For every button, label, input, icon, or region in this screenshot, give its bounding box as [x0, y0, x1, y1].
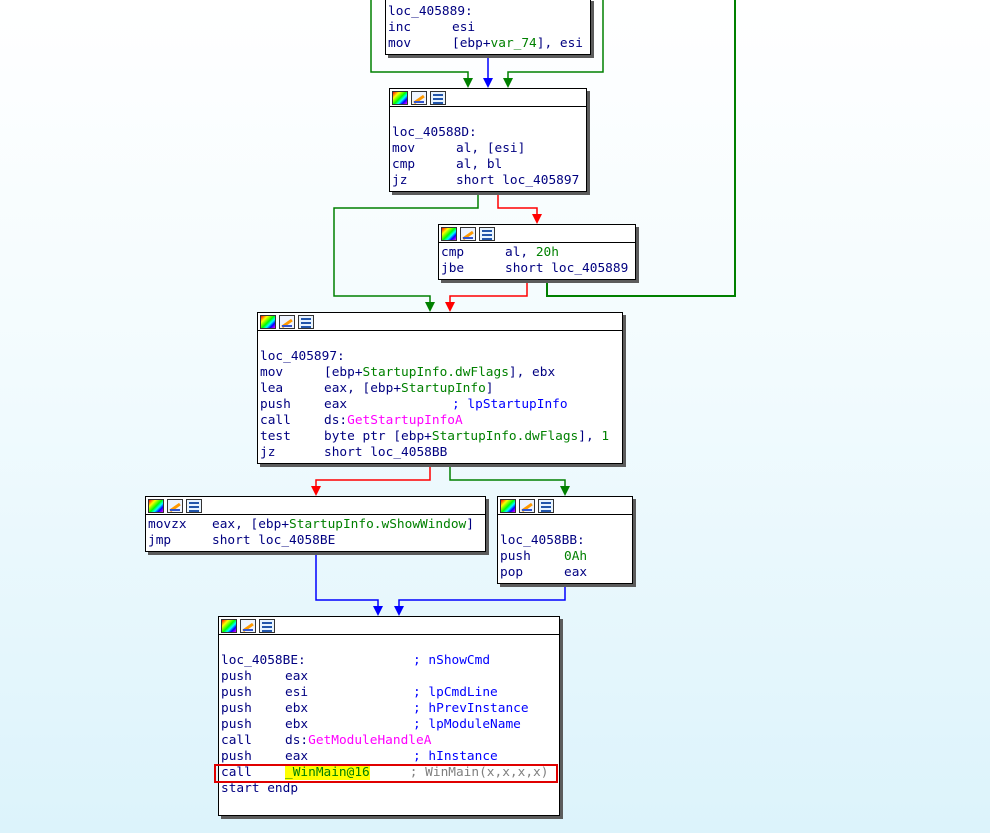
graph-node-loc-405889[interactable]: loc_405889: inc esi mov [ebp+var_74], esi	[385, 0, 591, 55]
code-line[interactable]: cmp al, bl	[392, 157, 584, 173]
code-label[interactable]: loc_4058BB:	[500, 533, 630, 549]
edit-node-icon[interactable]	[519, 498, 535, 513]
edit-node-icon[interactable]	[411, 90, 427, 105]
graph-node-loc-405897[interactable]: loc_405897: mov [ebp+StartupInfo.dwFlags]…	[257, 312, 623, 464]
color-icon[interactable]	[260, 314, 276, 329]
graph-node-loc-4058be[interactable]: loc_4058BE:; nShowCmd push eax push esi; l…	[218, 616, 560, 816]
edge-n3-n4-false	[449, 279, 528, 304]
code-line[interactable]: jmp short loc_4058BE	[148, 533, 483, 549]
code-line[interactable]: jbe short loc_405889	[441, 261, 633, 277]
edit-node-icon[interactable]	[167, 498, 183, 513]
node-titlebar	[498, 497, 632, 515]
graph-node-movzx[interactable]: movzx eax, [ebp+StartupInfo.wShowWindow] …	[145, 496, 486, 552]
color-icon[interactable]	[221, 618, 237, 633]
edge-n5-n7	[315, 551, 379, 608]
code-line[interactable]: lea eax, [ebp+StartupInfo]	[260, 381, 620, 397]
code-label[interactable]: loc_40588D:	[392, 125, 584, 141]
color-icon[interactable]	[148, 498, 164, 513]
edge-n2-n3-false	[497, 191, 538, 216]
selection-highlight-box	[214, 764, 558, 783]
edit-node-icon[interactable]	[460, 226, 476, 241]
graph-icon[interactable]	[538, 498, 554, 513]
code-label[interactable]: loc_405889:	[388, 4, 588, 20]
node-titlebar	[146, 497, 485, 515]
graph-node-cmp-20h[interactable]: cmp al, 20h jbe short loc_405889	[438, 224, 636, 280]
code-label[interactable]: loc_4058BE:; nShowCmd	[221, 653, 557, 669]
color-icon[interactable]	[392, 90, 408, 105]
graph-icon[interactable]	[430, 90, 446, 105]
code-line[interactable]: push eax; lpStartupInfo	[260, 397, 620, 413]
code-line[interactable]: inc esi	[388, 20, 588, 36]
code-label[interactable]: loc_405897:	[260, 349, 620, 365]
code-line[interactable]: push 0Ah	[500, 549, 630, 565]
node-titlebar	[439, 225, 635, 243]
code-line[interactable]: mov [ebp+StartupInfo.dwFlags], ebx	[260, 365, 620, 381]
node-titlebar	[258, 313, 622, 331]
graph-icon[interactable]	[479, 226, 495, 241]
graph-node-loc-40588d[interactable]: loc_40588D: mov al, [esi] cmp al, bl jz sho…	[389, 88, 587, 192]
color-icon[interactable]	[441, 226, 457, 241]
color-icon[interactable]	[500, 498, 516, 513]
code-line[interactable]: mov [ebp+var_74], esi	[388, 36, 588, 52]
node-titlebar	[390, 89, 586, 107]
code-line[interactable]: jz short loc_405897	[392, 173, 584, 189]
code-line[interactable]: mov al, [esi]	[392, 141, 584, 157]
node-titlebar	[219, 617, 559, 635]
code-line[interactable]: call ds:GetModuleHandleA	[221, 733, 557, 749]
graph-node-loc-4058bb[interactable]: loc_4058BB: push 0Ah pop eax	[497, 496, 633, 584]
graph-icon[interactable]	[298, 314, 314, 329]
edge-n4-n6-true	[449, 463, 566, 488]
graph-icon[interactable]	[259, 618, 275, 633]
edge-n6-n7	[398, 583, 566, 608]
code-line[interactable]: jz short loc_4058BB	[260, 445, 620, 461]
code-line[interactable]: push eax	[221, 669, 557, 685]
code-line[interactable]: pop eax	[500, 565, 630, 581]
edit-node-icon[interactable]	[279, 314, 295, 329]
code-line[interactable]: test byte ptr [ebp+StartupInfo.dwFlags], …	[260, 429, 620, 445]
code-line[interactable]: call ds:GetStartupInfoA	[260, 413, 620, 429]
code-line[interactable]: movzx eax, [ebp+StartupInfo.wShowWindow]	[148, 517, 483, 533]
code-line[interactable]: push eax; hInstance	[221, 749, 557, 765]
code-line[interactable]: start endp	[221, 781, 557, 797]
code-line[interactable]: cmp al, 20h	[441, 245, 633, 261]
code-line[interactable]: push ebx; lpModuleName	[221, 717, 557, 733]
edge-n4-n5-false	[315, 463, 431, 488]
edit-node-icon[interactable]	[240, 618, 256, 633]
graph-icon[interactable]	[186, 498, 202, 513]
code-line[interactable]: push esi; lpCmdLine	[221, 685, 557, 701]
code-line[interactable]: push ebx; hPrevInstance	[221, 701, 557, 717]
